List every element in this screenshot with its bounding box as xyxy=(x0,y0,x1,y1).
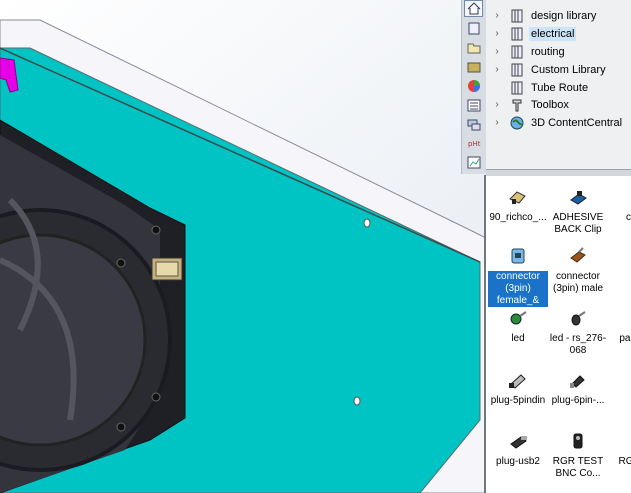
pab-icon xyxy=(608,307,631,329)
library-item[interactable]: pab with xyxy=(608,307,631,345)
tree-item-label: electrical xyxy=(529,26,577,41)
chevron-right-icon[interactable]: › xyxy=(490,46,504,57)
cable-icon xyxy=(608,186,631,208)
properties-icon[interactable] xyxy=(464,97,483,114)
tree-item-tube-route[interactable]: Tube Route xyxy=(486,79,631,96)
adhesive-clip-icon xyxy=(548,186,608,208)
library-item[interactable]: db xyxy=(608,245,631,283)
library-item[interactable]: led - rs_276-068 xyxy=(548,307,608,357)
library-item[interactable]: 90_richco_... xyxy=(488,186,548,224)
plug-usb-icon xyxy=(488,430,548,452)
library-item[interactable]: RGR TEST BNC Co... xyxy=(548,430,608,480)
connector-male-icon xyxy=(548,245,608,267)
chevron-right-icon[interactable]: › xyxy=(490,10,504,21)
home-icon[interactable] xyxy=(464,0,483,17)
library-folder-icon xyxy=(508,80,525,95)
led-rs-icon xyxy=(548,307,608,329)
library-item[interactable]: plug-usb2 xyxy=(488,430,548,468)
chevron-right-icon[interactable]: › xyxy=(490,99,504,110)
tree-item-electrical[interactable]: › electrical xyxy=(486,25,631,42)
forum-icon[interactable] xyxy=(464,116,483,133)
globe-icon xyxy=(508,115,525,130)
tree-item-custom-library[interactable]: › Custom Library xyxy=(486,61,631,78)
appearance-icon[interactable] xyxy=(464,77,483,94)
toolbox-icon xyxy=(508,97,525,112)
design-library-tree: › design library › electrical › routing … xyxy=(486,0,631,170)
tree-item-label: Toolbox xyxy=(531,98,569,111)
library-item[interactable]: led xyxy=(488,307,548,345)
plug-icon xyxy=(608,369,631,391)
chevron-right-icon[interactable]: › xyxy=(490,64,504,75)
library-folder-icon xyxy=(508,26,525,41)
tree-item-label: 3D ContentCentral xyxy=(531,116,623,129)
library-items-panel: 90_richco_... ADHESIVE BACK Clip cable c… xyxy=(486,176,631,493)
plug-6pin-icon xyxy=(548,369,608,391)
open-folder-icon[interactable] xyxy=(464,39,483,56)
tree-item-label: design library xyxy=(531,9,597,22)
db-connector-icon xyxy=(608,245,631,267)
design-library-tab-strip: pHt xyxy=(461,0,487,174)
library-item[interactable]: RG BNC xyxy=(608,430,631,468)
chart-tab-icon[interactable] xyxy=(464,154,483,171)
library-item[interactable]: ADHESIVE BACK Clip xyxy=(548,186,608,236)
library-item[interactable]: connector (3pin) male xyxy=(548,245,608,295)
tree-item-3d-contentcentral[interactable]: › 3D ContentCentral xyxy=(486,114,631,131)
library-folder-icon xyxy=(508,62,525,77)
connector-female-icon xyxy=(488,245,548,267)
custom-properties-icon[interactable]: pHt xyxy=(464,135,483,152)
bnc-icon xyxy=(548,430,608,452)
svg-text:pHt: pHt xyxy=(468,140,481,148)
library-item[interactable]: plug-5pindin xyxy=(488,369,548,407)
library-item[interactable]: plug-6pin-... xyxy=(548,369,608,407)
library-item[interactable]: cable xyxy=(608,186,631,224)
led-icon xyxy=(488,307,548,329)
tree-item-toolbox[interactable]: › Toolbox xyxy=(486,96,631,113)
tree-item-routing[interactable]: › routing xyxy=(486,43,631,60)
tree-item-label: routing xyxy=(531,45,565,58)
tree-item-label: Tube Route xyxy=(531,81,589,94)
plug-5pin-icon xyxy=(488,369,548,391)
tree-item-label: Custom Library xyxy=(531,63,606,76)
library-icon[interactable] xyxy=(464,20,483,37)
library-item[interactable]: connector (3pin) female_& xyxy=(487,245,549,308)
richco-clip-icon xyxy=(488,186,548,208)
toolbox-tab-icon[interactable] xyxy=(464,58,483,75)
library-item[interactable]: plu xyxy=(608,369,631,407)
library-folder-icon xyxy=(508,8,525,23)
chevron-right-icon[interactable]: › xyxy=(490,117,504,128)
chevron-right-icon[interactable]: › xyxy=(490,28,504,39)
tree-item-design-library[interactable]: › design library xyxy=(486,7,631,24)
library-folder-icon xyxy=(508,44,525,59)
bnc-icon xyxy=(608,430,631,452)
